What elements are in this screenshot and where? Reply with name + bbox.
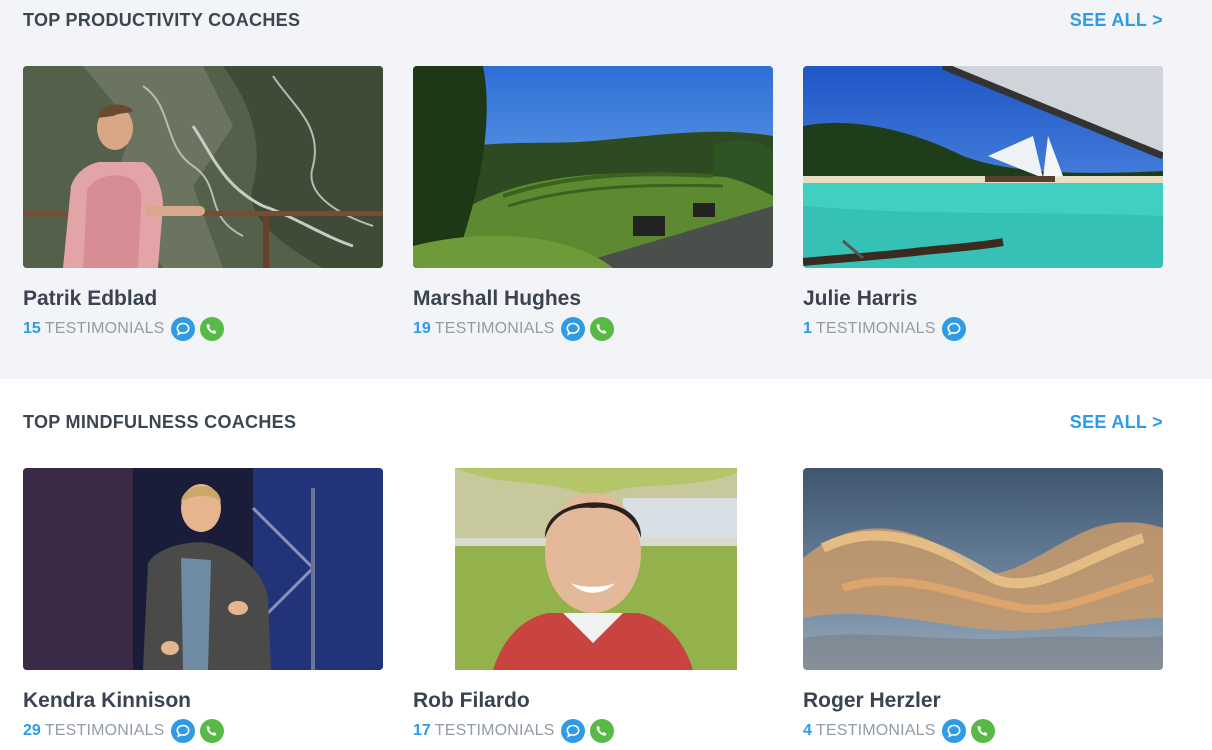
testimonials-row: 17 TESTIMONIALS <box>413 718 773 744</box>
see-all-link[interactable]: SEE ALL > <box>1070 10 1163 31</box>
testimonial-count[interactable]: 29 <box>23 722 41 740</box>
coach-photo[interactable] <box>23 468 383 670</box>
coach-photo[interactable] <box>413 468 773 670</box>
section-header: TOP MINDFULNESS COACHES SEE ALL > <box>23 412 1163 433</box>
coach-photo[interactable] <box>413 66 773 268</box>
phone-icon[interactable] <box>589 317 614 341</box>
coach-card[interactable]: Julie Harris 1 TESTIMONIALS <box>803 66 1163 342</box>
phone-icon[interactable] <box>199 317 224 341</box>
testimonial-count[interactable]: 19 <box>413 320 431 338</box>
mindfulness-coaches-section: TOP MINDFULNESS COACHES SEE ALL > Kendra… <box>0 379 1212 750</box>
chat-bubble-icon[interactable] <box>560 317 585 341</box>
phone-icon[interactable] <box>589 719 614 743</box>
coach-card[interactable]: Marshall Hughes 19 TESTIMONIALS <box>413 66 773 342</box>
testimonial-count[interactable]: 4 <box>803 722 812 740</box>
coach-name[interactable]: Patrik Edblad <box>23 286 383 312</box>
testimonials-label[interactable]: TESTIMONIALS <box>816 320 936 338</box>
phone-icon[interactable] <box>199 719 224 743</box>
coach-photo[interactable] <box>803 468 1163 670</box>
coach-name[interactable]: Marshall Hughes <box>413 286 773 312</box>
testimonials-label[interactable]: TESTIMONIALS <box>435 722 555 740</box>
coach-card[interactable]: Rob Filardo 17 TESTIMONIALS <box>413 468 773 744</box>
phone-icon[interactable] <box>970 719 995 743</box>
testimonial-count[interactable]: 1 <box>803 320 812 338</box>
coach-card-list: Kendra Kinnison 29 TESTIMONIALS Rob Fila… <box>23 468 1163 744</box>
coach-card[interactable]: Patrik Edblad 15 TESTIMONIALS <box>23 66 383 342</box>
see-all-link[interactable]: SEE ALL > <box>1070 412 1163 433</box>
section-header: TOP PRODUCTIVITY COACHES SEE ALL > <box>23 10 1163 31</box>
coach-name[interactable]: Roger Herzler <box>803 688 1163 714</box>
coach-photo[interactable] <box>23 66 383 268</box>
coach-card-list: Patrik Edblad 15 TESTIMONIALS Marshall H… <box>23 66 1163 342</box>
chat-bubble-icon[interactable] <box>170 719 195 743</box>
testimonials-label[interactable]: TESTIMONIALS <box>816 722 936 740</box>
chat-bubble-icon[interactable] <box>941 317 966 341</box>
section-title: TOP MINDFULNESS COACHES <box>23 412 297 432</box>
testimonials-row: 1 TESTIMONIALS <box>803 316 1163 342</box>
testimonials-label[interactable]: TESTIMONIALS <box>435 320 555 338</box>
coach-photo[interactable] <box>803 66 1163 268</box>
coach-name[interactable]: Kendra Kinnison <box>23 688 383 714</box>
testimonial-count[interactable]: 15 <box>23 320 41 338</box>
coach-name[interactable]: Julie Harris <box>803 286 1163 312</box>
chat-bubble-icon[interactable] <box>170 317 195 341</box>
coach-card[interactable]: Roger Herzler 4 TESTIMONIALS <box>803 468 1163 744</box>
productivity-coaches-section: TOP PRODUCTIVITY COACHES SEE ALL > Patri… <box>0 0 1212 379</box>
coach-name[interactable]: Rob Filardo <box>413 688 773 714</box>
chat-bubble-icon[interactable] <box>560 719 585 743</box>
testimonials-label[interactable]: TESTIMONIALS <box>45 320 165 338</box>
testimonials-row: 29 TESTIMONIALS <box>23 718 383 744</box>
testimonials-row: 15 TESTIMONIALS <box>23 316 383 342</box>
section-title: TOP PRODUCTIVITY COACHES <box>23 10 301 30</box>
testimonials-row: 19 TESTIMONIALS <box>413 316 773 342</box>
testimonials-row: 4 TESTIMONIALS <box>803 718 1163 744</box>
testimonials-label[interactable]: TESTIMONIALS <box>45 722 165 740</box>
testimonial-count[interactable]: 17 <box>413 722 431 740</box>
coach-card[interactable]: Kendra Kinnison 29 TESTIMONIALS <box>23 468 383 744</box>
chat-bubble-icon[interactable] <box>941 719 966 743</box>
